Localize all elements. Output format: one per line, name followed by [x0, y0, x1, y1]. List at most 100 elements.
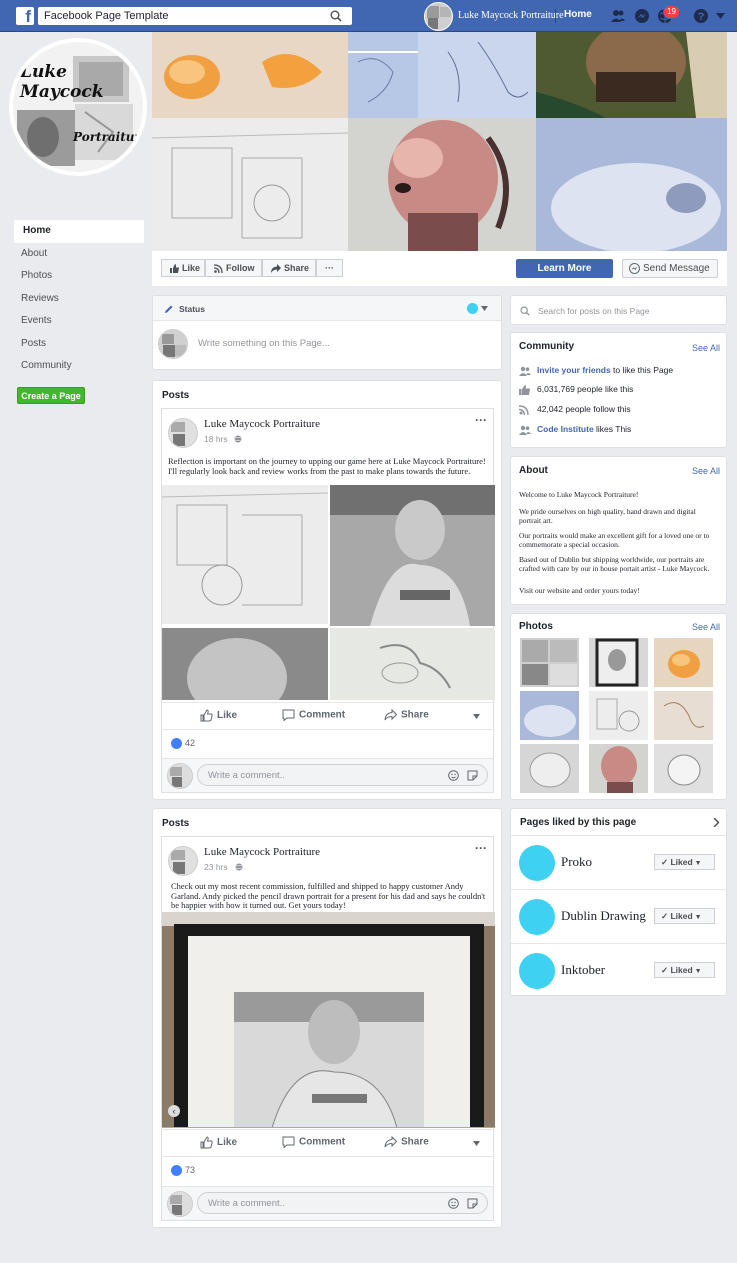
liked-toggle-button[interactable]: ✓ Liked ▼: [654, 908, 715, 924]
photos-card: Photos See All: [510, 613, 727, 800]
carousel-prev-icon[interactable]: ‹: [168, 1105, 180, 1117]
post-like-button[interactable]: Like: [200, 1136, 237, 1149]
liked-page-name[interactable]: Inktober: [561, 962, 605, 978]
facebook-logo-icon[interactable]: f: [16, 7, 34, 25]
post-comment-button[interactable]: Comment: [282, 709, 346, 722]
search-icon[interactable]: [330, 10, 342, 22]
share-options-chevron-down-icon[interactable]: [473, 1141, 480, 1146]
invite-friends-link[interactable]: Invite your friends: [537, 365, 611, 375]
liked-toggle-button[interactable]: ✓ Liked ▼: [654, 854, 715, 870]
follow-page-button[interactable]: Follow: [205, 259, 262, 277]
post-options-icon[interactable]: ···: [475, 841, 487, 855]
liked-page-item[interactable]: Proko ✓ Liked ▼: [511, 835, 726, 889]
status-color-indicator[interactable]: [467, 303, 478, 314]
messenger-icon[interactable]: [634, 8, 650, 24]
liked-toggle-button[interactable]: ✓ Liked ▼: [654, 962, 715, 978]
learn-more-button[interactable]: Learn More: [516, 259, 613, 278]
nav-page-name[interactable]: Luke Maycock Portraiture: [458, 10, 564, 21]
status-tab[interactable]: Status: [179, 304, 205, 314]
photo-thumbnail[interactable]: [520, 638, 579, 687]
post-share-button[interactable]: Share: [384, 708, 429, 721]
photo-thumbnail[interactable]: [589, 638, 648, 687]
page-follows-row: 42,042 people follow this: [519, 404, 631, 415]
help-icon[interactable]: ?: [693, 8, 709, 24]
sidebar-item-photos[interactable]: Photos: [14, 265, 144, 288]
post-image-hand-sketch[interactable]: [330, 628, 495, 700]
share-options-chevron-down-icon[interactable]: [473, 714, 480, 719]
sticker-icon[interactable]: [467, 1198, 478, 1209]
liked-page-name[interactable]: Proko: [561, 854, 592, 870]
photo-thumbnail[interactable]: [589, 691, 648, 740]
sidebar-item-home[interactable]: Home: [14, 220, 144, 243]
photos-see-all-link[interactable]: See All: [692, 622, 720, 632]
sidebar-item-community[interactable]: Community: [14, 355, 144, 378]
liked-page-item[interactable]: Dublin Drawing ✓ Liked ▼: [511, 889, 726, 943]
post-image-head-sketch[interactable]: [162, 628, 328, 700]
page-search-placeholder: Search for posts on this Page: [538, 306, 650, 316]
sidebar-item-reviews[interactable]: Reviews: [14, 288, 144, 311]
page-action-bar: Like Follow Share ··· Learn More Send Me…: [152, 251, 727, 286]
friends-icon[interactable]: [610, 8, 626, 24]
about-paragraph: Visit our website and order yours today!: [519, 586, 640, 595]
share-page-button[interactable]: Share: [262, 259, 316, 277]
post-image-pencil-portrait[interactable]: [330, 485, 495, 626]
post-comment-button[interactable]: Comment: [282, 1136, 345, 1149]
comment-input[interactable]: Write a comment..: [197, 1192, 488, 1214]
liked-label: Liked: [670, 857, 693, 867]
post-author-avatar[interactable]: [168, 418, 198, 448]
post-comment-label: Comment: [299, 709, 346, 721]
comment-input[interactable]: Write a comment..: [197, 764, 488, 786]
composer-header: Status: [153, 296, 501, 321]
composer-input[interactable]: Write something on this Page...: [198, 338, 330, 349]
cover-photo[interactable]: [152, 32, 727, 251]
send-message-button[interactable]: Send Message: [622, 259, 718, 278]
photo-thumbnail[interactable]: [654, 744, 713, 793]
search-input[interactable]: Facebook Page Template: [38, 7, 352, 25]
messenger-icon: [629, 263, 640, 274]
create-page-button[interactable]: Create a Page: [17, 387, 85, 404]
sidebar-item-events[interactable]: Events: [14, 310, 144, 333]
comment-icon: [282, 709, 295, 722]
liked-page-name[interactable]: Dublin Drawing: [561, 908, 646, 924]
emoji-icon[interactable]: [448, 1198, 459, 1209]
post-image-framed-portrait[interactable]: ‹: [162, 912, 495, 1128]
about-title: About: [519, 465, 548, 476]
photo-thumbnail[interactable]: [520, 744, 579, 793]
photo-thumbnail[interactable]: [654, 691, 713, 740]
post-image-interior-sketch[interactable]: [162, 485, 328, 624]
liked-page-item[interactable]: Inktober ✓ Liked ▼: [511, 943, 726, 997]
sidebar-item-posts[interactable]: Posts: [14, 333, 144, 356]
community-card: Community See All Invite your friends to…: [510, 332, 727, 448]
profile-picture[interactable]: Luke Maycock Portraiture: [9, 38, 147, 176]
post-options-icon[interactable]: ···: [475, 413, 487, 427]
chevron-down-icon[interactable]: [481, 306, 488, 311]
post-like-count[interactable]: 42: [171, 738, 195, 750]
post-author-name[interactable]: Luke Maycock Portraiture: [204, 846, 320, 858]
post-like-button[interactable]: Like: [200, 709, 237, 722]
community-see-all-link[interactable]: See All: [692, 343, 720, 353]
about-see-all-link[interactable]: See All: [692, 466, 720, 476]
photo-thumbnail[interactable]: [654, 638, 713, 687]
like-page-button[interactable]: Like: [161, 259, 205, 277]
post-timestamp[interactable]: 23 hrs: [204, 862, 228, 872]
post-author-avatar[interactable]: [168, 846, 198, 876]
chevron-right-icon[interactable]: [713, 818, 719, 827]
cover-tile-figure-sketch: [418, 32, 536, 118]
cover-tile-hands: [348, 32, 418, 118]
emoji-icon[interactable]: [448, 770, 459, 781]
code-institute-link[interactable]: Code Institute: [537, 424, 594, 434]
thumbs-up-icon: [519, 384, 530, 395]
avatar[interactable]: [424, 2, 453, 31]
post-like-count[interactable]: 73: [171, 1165, 195, 1177]
sidebar-item-about[interactable]: About: [14, 243, 144, 266]
sticker-icon[interactable]: [467, 770, 478, 781]
nav-home-link[interactable]: Home: [564, 9, 592, 20]
post-timestamp[interactable]: 18 hrs: [204, 434, 228, 444]
post-author-name[interactable]: Luke Maycock Portraiture: [204, 418, 320, 430]
post-share-button[interactable]: Share: [384, 1135, 429, 1148]
photo-thumbnail[interactable]: [589, 744, 648, 793]
photo-thumbnail[interactable]: [520, 691, 579, 740]
account-menu-chevron-down-icon[interactable]: [716, 12, 725, 20]
page-search-box[interactable]: Search for posts on this Page: [510, 295, 727, 325]
more-options-button[interactable]: ···: [316, 259, 343, 277]
